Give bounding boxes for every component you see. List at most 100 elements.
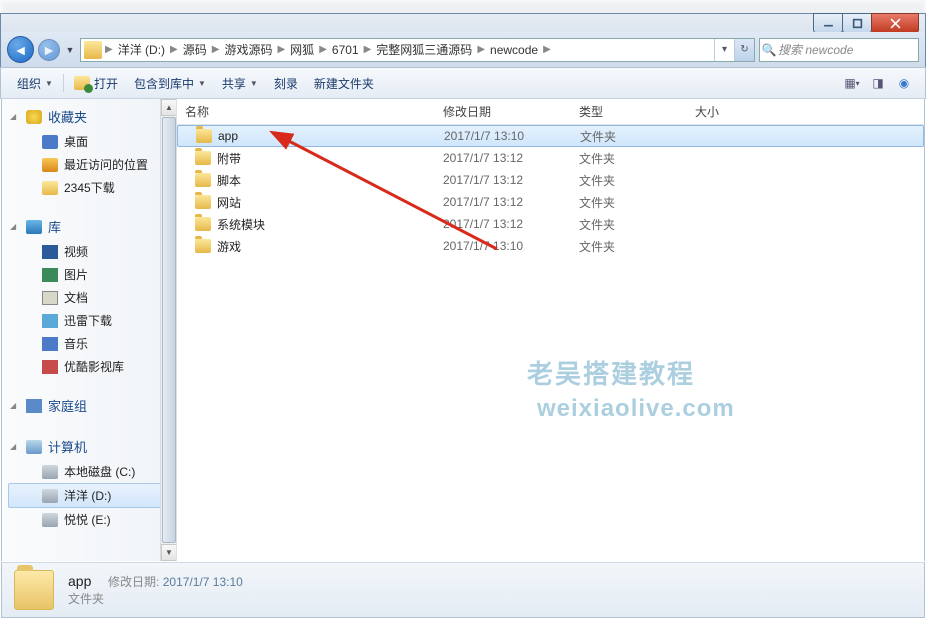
chevron-right-icon: ▶ bbox=[170, 44, 178, 55]
sidebar-item-pictures[interactable]: 图片 bbox=[2, 263, 176, 286]
folder-icon bbox=[196, 129, 212, 143]
history-dropdown[interactable]: ▼ bbox=[64, 45, 76, 55]
download-icon bbox=[42, 314, 58, 328]
file-type: 文件夹 bbox=[571, 216, 687, 233]
chevron-down-icon: ▼ bbox=[250, 79, 258, 88]
open-button[interactable]: 打开 bbox=[66, 71, 126, 96]
chevron-down-icon: ▼ bbox=[198, 79, 206, 88]
breadcrumb-dropdown[interactable]: ▾ bbox=[714, 39, 734, 61]
help-button[interactable]: ◉ bbox=[891, 72, 917, 94]
maximize-button[interactable] bbox=[842, 13, 872, 33]
column-type[interactable]: 类型 bbox=[571, 103, 687, 120]
toolbar: 组织▼ 打开 包含到库中▼ 共享▼ 刻录 新建文件夹 ▦▾ ◨ ◉ bbox=[0, 67, 926, 99]
file-row[interactable]: app2017/1/7 13:10文件夹 bbox=[177, 125, 924, 147]
details-pane: app 修改日期: 2017/1/7 13:10 文件夹 bbox=[1, 562, 925, 618]
sidebar-item-youku[interactable]: 优酷影视库 bbox=[2, 355, 176, 378]
forward-button[interactable]: ► bbox=[38, 39, 60, 61]
chevron-right-icon: ▶ bbox=[319, 44, 327, 55]
file-name: app bbox=[218, 129, 238, 143]
chevron-right-icon: ▶ bbox=[212, 44, 220, 55]
file-rows: app2017/1/7 13:10文件夹附带2017/1/7 13:12文件夹脚… bbox=[177, 125, 924, 257]
folder-icon bbox=[195, 151, 211, 165]
crumb-5[interactable]: 完整网狐三通源码 bbox=[371, 41, 477, 58]
scroll-thumb[interactable] bbox=[162, 117, 176, 543]
scroll-down-button[interactable]: ▼ bbox=[161, 544, 177, 561]
chevron-down-icon: ▼ bbox=[45, 79, 53, 88]
file-name: 系统模块 bbox=[217, 216, 265, 233]
folder-icon bbox=[84, 41, 102, 59]
share-menu[interactable]: 共享▼ bbox=[214, 71, 266, 96]
computer-icon bbox=[26, 440, 42, 454]
file-date: 2017/1/7 13:10 bbox=[435, 239, 571, 253]
preview-pane-button[interactable]: ◨ bbox=[865, 72, 891, 94]
crumb-6[interactable]: newcode bbox=[485, 43, 543, 57]
burn-button[interactable]: 刻录 bbox=[266, 71, 306, 96]
desktop-icon bbox=[42, 135, 58, 149]
refresh-button[interactable]: ↻ bbox=[734, 39, 754, 61]
view-options-button[interactable]: ▦▾ bbox=[839, 72, 865, 94]
close-button[interactable] bbox=[871, 13, 919, 33]
sidebar-item-drive-c[interactable]: 本地磁盘 (C:) bbox=[2, 460, 176, 483]
sidebar-item-desktop[interactable]: 桌面 bbox=[2, 130, 176, 153]
sidebar-item-xunlei[interactable]: 迅雷下载 bbox=[2, 309, 176, 332]
picture-icon bbox=[42, 268, 58, 282]
folder-icon bbox=[195, 217, 211, 231]
include-library-menu[interactable]: 包含到库中▼ bbox=[126, 71, 214, 96]
scroll-up-button[interactable]: ▲ bbox=[161, 99, 177, 116]
file-row[interactable]: 游戏2017/1/7 13:10文件夹 bbox=[177, 235, 924, 257]
new-folder-button[interactable]: 新建文件夹 bbox=[306, 71, 382, 96]
sidebar-scrollbar[interactable]: ▲ ▼ bbox=[160, 99, 177, 561]
search-placeholder: 搜索 newcode bbox=[778, 41, 853, 58]
sidebar-favorites[interactable]: 收藏夹 bbox=[2, 103, 176, 130]
search-box[interactable]: 🔍 搜索 newcode bbox=[759, 38, 919, 62]
organize-menu[interactable]: 组织▼ bbox=[9, 71, 61, 96]
file-type: 文件夹 bbox=[571, 194, 687, 211]
crumb-4[interactable]: 6701 bbox=[327, 43, 364, 57]
chevron-right-icon: ▶ bbox=[277, 44, 285, 55]
file-row[interactable]: 脚本 2017/1/7 13:12文件夹 bbox=[177, 169, 924, 191]
breadcrumb[interactable]: ▶ 洋洋 (D:) ▶ 源码 ▶ 游戏源码 ▶ 网狐 ▶ 6701 ▶ 完整网狐… bbox=[80, 38, 755, 62]
sidebar-item-recent[interactable]: 最近访问的位置 bbox=[2, 153, 176, 176]
open-icon bbox=[74, 76, 90, 90]
crumb-drive[interactable]: 洋洋 (D:) bbox=[113, 41, 170, 58]
selected-item-thumbnail bbox=[14, 570, 54, 610]
file-type: 文件夹 bbox=[571, 172, 687, 189]
file-date: 2017/1/7 13:10 bbox=[436, 129, 572, 143]
file-name: 脚本 bbox=[217, 172, 241, 189]
file-row[interactable]: 附带 2017/1/7 13:12文件夹 bbox=[177, 147, 924, 169]
explorer-window: ◄ ► ▼ ▶ 洋洋 (D:) ▶ 源码 ▶ 游戏源码 ▶ 网狐 ▶ 6701 … bbox=[0, 0, 926, 619]
music-icon bbox=[42, 337, 58, 351]
crumb-3[interactable]: 网狐 bbox=[285, 41, 319, 58]
video-icon bbox=[42, 245, 58, 259]
watermark-text-1: 老吴搭建教程 bbox=[527, 354, 695, 391]
sidebar-homegroup[interactable]: 家庭组 bbox=[2, 392, 176, 419]
file-type: 文件夹 bbox=[571, 150, 687, 167]
sidebar-item-drive-e[interactable]: 悦悦 (E:) bbox=[2, 508, 176, 531]
sidebar-computer[interactable]: 计算机 bbox=[2, 433, 176, 460]
sidebar-libraries[interactable]: 库 bbox=[2, 213, 176, 240]
main-area: 收藏夹 桌面 最近访问的位置 2345下载 库 视频 图片 文档 迅雷下载 音乐… bbox=[1, 99, 925, 561]
folder-icon bbox=[195, 239, 211, 253]
folder-icon bbox=[195, 173, 211, 187]
sidebar-item-music[interactable]: 音乐 bbox=[2, 332, 176, 355]
sidebar-item-2345[interactable]: 2345下载 bbox=[2, 176, 176, 199]
drive-icon bbox=[42, 465, 58, 479]
sidebar-item-documents[interactable]: 文档 bbox=[2, 286, 176, 309]
favorites-icon bbox=[26, 110, 42, 124]
column-size[interactable]: 大小 bbox=[687, 103, 767, 120]
sidebar-item-videos[interactable]: 视频 bbox=[2, 240, 176, 263]
file-row[interactable]: 网站2017/1/7 13:12文件夹 bbox=[177, 191, 924, 213]
selected-item-info: app 修改日期: 2017/1/7 13:10 文件夹 bbox=[68, 573, 243, 607]
address-bar: ◄ ► ▼ ▶ 洋洋 (D:) ▶ 源码 ▶ 游戏源码 ▶ 网狐 ▶ 6701 … bbox=[0, 32, 926, 67]
minimize-button[interactable] bbox=[813, 13, 843, 33]
sidebar-item-drive-d[interactable]: 洋洋 (D:) bbox=[8, 483, 170, 508]
column-name[interactable]: 名称 bbox=[177, 103, 435, 120]
column-date[interactable]: 修改日期 bbox=[435, 103, 571, 120]
crumb-2[interactable]: 游戏源码 bbox=[219, 41, 277, 58]
back-button[interactable]: ◄ bbox=[7, 36, 34, 63]
file-row[interactable]: 系统模块2017/1/7 13:12文件夹 bbox=[177, 213, 924, 235]
file-date: 2017/1/7 13:12 bbox=[435, 173, 571, 187]
file-date: 2017/1/7 13:12 bbox=[435, 151, 571, 165]
crumb-1[interactable]: 源码 bbox=[178, 41, 212, 58]
file-name: 附带 bbox=[217, 150, 241, 167]
